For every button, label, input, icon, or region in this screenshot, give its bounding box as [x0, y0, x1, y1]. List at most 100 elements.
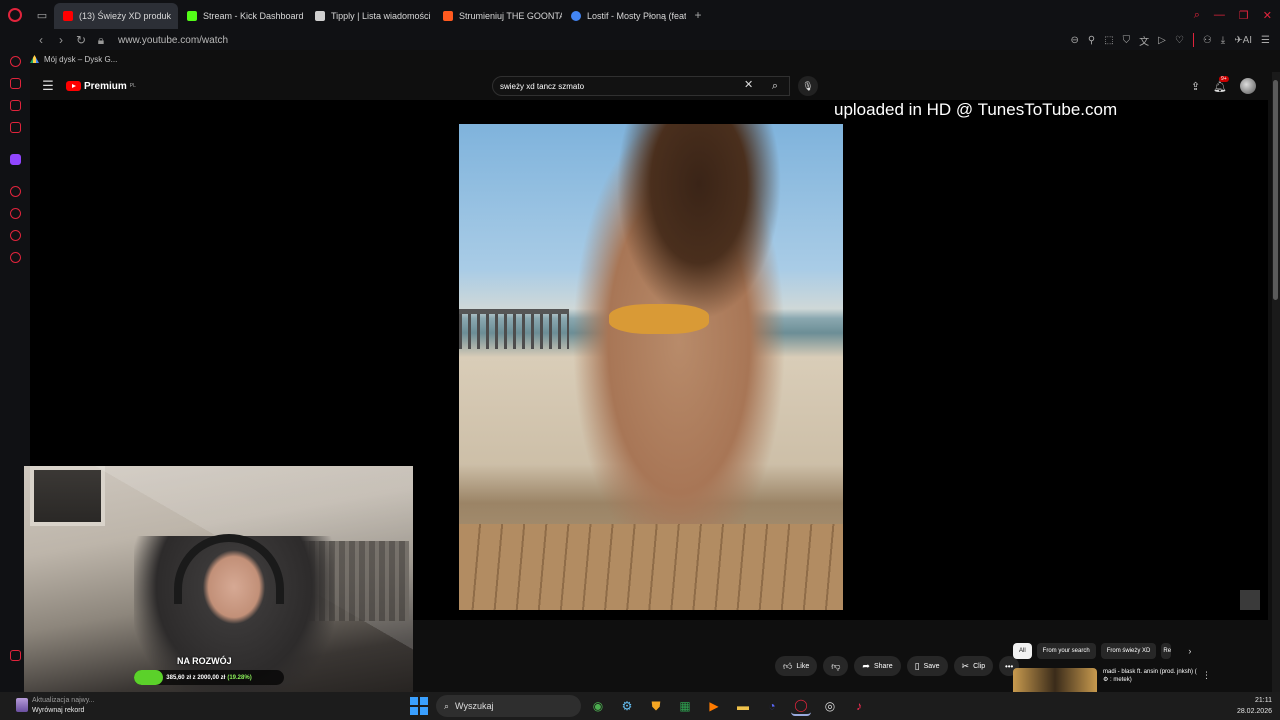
chevron-right-icon[interactable]: › — [1188, 646, 1191, 656]
hair-shape — [614, 124, 784, 324]
chat-icon[interactable] — [10, 100, 21, 111]
hamburger-menu-icon[interactable]: ☰ — [30, 78, 66, 94]
like-button[interactable]: 👍︎ Like — [775, 656, 818, 676]
shield-icon[interactable]: ⛉ — [1123, 35, 1131, 46]
search-tabs-icon[interactable]: ⌕ — [1194, 9, 1200, 22]
twitch-icon[interactable] — [10, 154, 21, 165]
music-icon[interactable] — [10, 122, 21, 133]
url-field[interactable]: www.youtube.com/watch — [118, 35, 228, 46]
search-button[interactable]: ⌕ — [761, 76, 789, 96]
steam-icon[interactable]: ⚙ — [617, 696, 637, 716]
notifications-button[interactable]: 🔔︎ 9+ — [1213, 75, 1229, 93]
translate-icon[interactable]: 文 — [1139, 33, 1149, 48]
youtube-favicon-icon — [63, 11, 73, 21]
gx-icon[interactable] — [10, 650, 21, 661]
notifications-badge: 9+ — [1219, 75, 1229, 82]
menu-icon[interactable]: ☰ — [1261, 35, 1270, 46]
aria-icon[interactable] — [10, 56, 21, 67]
voice-search-button[interactable]: 🎙︎ — [798, 76, 818, 96]
discord-icon[interactable]: ◔ — [762, 696, 782, 716]
notification-icon — [16, 698, 28, 712]
tab-youtube[interactable]: (13) Świeży XD produk — [54, 3, 178, 29]
search-value: swieży xd tancz szmato — [500, 81, 585, 91]
pier-shape — [459, 309, 569, 349]
taskbar-search[interactable]: ⌕ Wyszukaj — [436, 695, 581, 717]
forward-icon[interactable]: › — [52, 33, 70, 47]
play-icon[interactable]: ▷ — [1158, 35, 1166, 46]
clear-search-icon[interactable]: ✕ — [744, 78, 753, 91]
youtube-logo[interactable]: Premium PL — [66, 81, 136, 92]
recommended-video[interactable]: madi - blask ft. ansin (prod. jnksh) ( ⚙… — [1013, 668, 1213, 692]
back-icon[interactable]: ‹ — [32, 33, 50, 47]
tab-stream[interactable]: Strumieniuj THE GOONTA — [434, 3, 562, 29]
chrome-icon[interactable]: ◉ — [588, 696, 608, 716]
address-bar: ‹ › ↻ 🔒︎ www.youtube.com/watch ⊖ ⚲ ⬚ ⛉ 文… — [0, 30, 1280, 50]
tab-label: Stream - Kick Dashboard — [203, 11, 304, 21]
video-actions: 👍︎ Like 👎︎ ➦ Share ▯ Save ✂ Clip ••• — [775, 655, 1020, 677]
video-image — [459, 124, 843, 610]
download-icon[interactable]: ⤓ — [1221, 35, 1225, 46]
tab-tipply[interactable]: Tipply | Lista wiadomości — [306, 3, 434, 29]
terminal-icon[interactable]: ▶ — [704, 696, 724, 716]
taskbar-clock[interactable]: 21:11 28.02.2026 — [1237, 695, 1272, 717]
spreadsheet-icon[interactable]: ▦ — [675, 696, 695, 716]
filter-chip-all[interactable]: All — [1013, 643, 1032, 659]
tab-lostif[interactable]: Lostif - Mosty Płoną (feat. — [562, 3, 686, 29]
bell-icon: 🔔︎ — [1213, 80, 1227, 93]
history-icon[interactable] — [10, 208, 21, 219]
new-tab-button[interactable]: + — [686, 8, 710, 22]
messenger-icon[interactable] — [10, 78, 21, 89]
tab-label: Lostif - Mosty Płoną (feat. — [587, 11, 686, 21]
windows-taskbar: Aktualizacja najwy... Wyrównaj rekord ⌕ … — [0, 692, 1280, 720]
tiktok-icon[interactable]: ♪ — [849, 696, 869, 716]
reload-icon[interactable]: ↻ — [72, 33, 90, 47]
notification-text: Aktualizacja najwy... Wyrównaj rekord — [32, 696, 95, 718]
window-controls: ⌕ — ❐ ✕ — [1194, 0, 1272, 30]
search-icon: ⌕ — [444, 700, 450, 711]
minimize-icon[interactable]: — — [1214, 9, 1225, 21]
obs-icon[interactable]: ◎ — [820, 696, 840, 716]
windows-start-icon[interactable] — [410, 697, 428, 715]
opera-logo-icon[interactable] — [0, 0, 30, 30]
tab-kick-dashboard[interactable]: Stream - Kick Dashboard — [178, 3, 306, 29]
bookmark-drive[interactable]: Mój dysk – Dysk G... — [30, 50, 117, 68]
taskbar-search-placeholder: Wyszukaj — [455, 701, 494, 711]
avatar[interactable] — [1240, 78, 1256, 94]
taskbar-notification[interactable]: Aktualizacja najwy... Wyrównaj rekord — [16, 694, 196, 718]
opera-gx-icon[interactable]: ◯ — [791, 696, 811, 716]
app-shield-icon[interactable]: ⛊ — [646, 696, 666, 716]
share-label: Share — [873, 662, 893, 670]
heart-icon[interactable]: ♡ — [1175, 35, 1184, 46]
donation-goal-bar: 385,60 zł z 2000,00 zł (19.28%) — [134, 670, 284, 685]
share-button[interactable]: ➦ Share — [854, 656, 901, 676]
upload-icon[interactable]: ⇪ — [1191, 80, 1200, 93]
webcam-overlay: NA ROZWÓJ 385,60 zł z 2000,00 zł (19.28%… — [24, 466, 413, 700]
extensions-icon[interactable] — [10, 230, 21, 241]
channel-watermark-icon[interactable] — [1240, 590, 1260, 610]
tab-workspaces-icon[interactable]: ▭ — [30, 0, 54, 30]
maximize-icon[interactable]: ❐ — [1239, 9, 1249, 22]
close-window-icon[interactable]: ✕ — [1263, 9, 1272, 22]
filter-chip-from-channel[interactable]: From świeży XD — [1100, 643, 1157, 659]
tab-label: Tipply | Lista wiadomości — [331, 11, 431, 21]
filter-chip-related[interactable]: Re — [1161, 643, 1172, 659]
pin-icon[interactable]: ⚲ — [1088, 35, 1095, 46]
zoom-icon[interactable]: ⊖ — [1070, 35, 1078, 46]
filter-chip-from-search[interactable]: From your search — [1036, 643, 1096, 659]
save-label: Save — [923, 662, 940, 670]
clip-button[interactable]: ✂ Clip — [953, 656, 994, 676]
scrollbar-thumb[interactable] — [1273, 80, 1278, 300]
folder-icon[interactable]: ▬ — [733, 696, 753, 716]
video-watermark: uploaded in HD @ TunesToTube.com — [834, 100, 1118, 119]
player-icon[interactable] — [10, 186, 21, 197]
settings-icon[interactable] — [10, 252, 21, 263]
account-icon[interactable]: ⚇ — [1203, 35, 1212, 46]
thumbs-up-icon: 👍︎ — [783, 660, 793, 671]
save-button[interactable]: ▯ Save — [906, 656, 948, 676]
dislike-button[interactable]: 👎︎ — [823, 656, 849, 676]
snapshot-icon[interactable]: ⬚ — [1104, 35, 1113, 46]
ai-icon[interactable]: ✈AI — [1234, 35, 1252, 46]
more-vert-icon[interactable]: ⋮ — [1202, 670, 1211, 681]
goal-title: NA ROZWÓJ — [177, 656, 232, 666]
lock-icon: 🔒︎ — [97, 32, 105, 47]
